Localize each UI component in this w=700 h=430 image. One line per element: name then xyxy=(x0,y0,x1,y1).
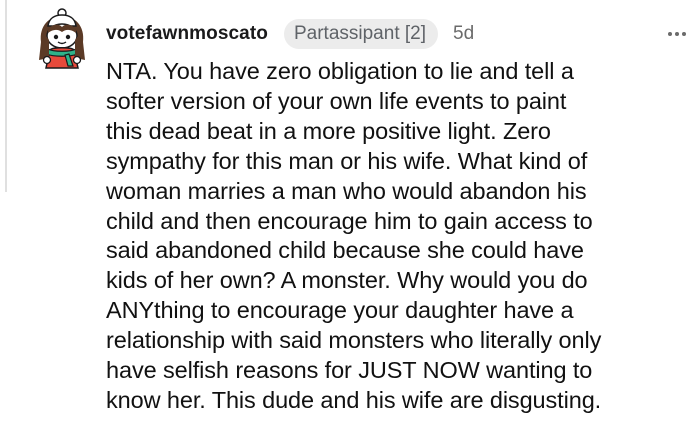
comment-body-line: said abandoned child because she could h… xyxy=(106,237,584,264)
comment-body-line: softer version of your own life events t… xyxy=(106,87,567,114)
comment-body-line: this dead beat in a more positive light.… xyxy=(106,117,551,144)
more-options-icon-dot xyxy=(675,32,679,36)
comment-body: NTA. You have zero obligation to lie and… xyxy=(106,57,696,416)
more-options-button[interactable] xyxy=(666,28,688,40)
comment-body-line: child and then encourage him to gain acc… xyxy=(106,207,593,234)
comment-header: votefawnmoscato Partassipant [2] 5d xyxy=(106,14,688,54)
user-flair-badge: Partassipant [2] xyxy=(283,19,439,49)
comment-body-line: have selfish reasons for JUST NOW wantin… xyxy=(106,357,593,384)
snoo-avatar-icon xyxy=(39,8,85,69)
comment-body-line: sympathy for this man or his wife. What … xyxy=(106,147,588,174)
user-avatar[interactable] xyxy=(33,8,91,70)
comment-body-line: woman marries a man who would abandon hi… xyxy=(106,177,587,204)
more-options-icon-dot xyxy=(682,32,686,36)
username-link[interactable]: votefawnmoscato xyxy=(106,23,268,45)
comment-body-line: ANYthing to encourage your daughter have… xyxy=(106,297,574,324)
comment-timestamp[interactable]: 5d xyxy=(453,23,474,45)
comment-body-line: relationship with said monsters who lite… xyxy=(106,327,602,354)
comment-body-line: know her. This dude and his wife are dis… xyxy=(106,386,602,413)
more-options-icon xyxy=(668,32,672,36)
comment-body-line: kids of her own? A monster. Why would yo… xyxy=(106,267,588,294)
thread-line[interactable] xyxy=(5,0,7,192)
comment-body-line: NTA. You have zero obligation to lie and… xyxy=(106,58,574,84)
